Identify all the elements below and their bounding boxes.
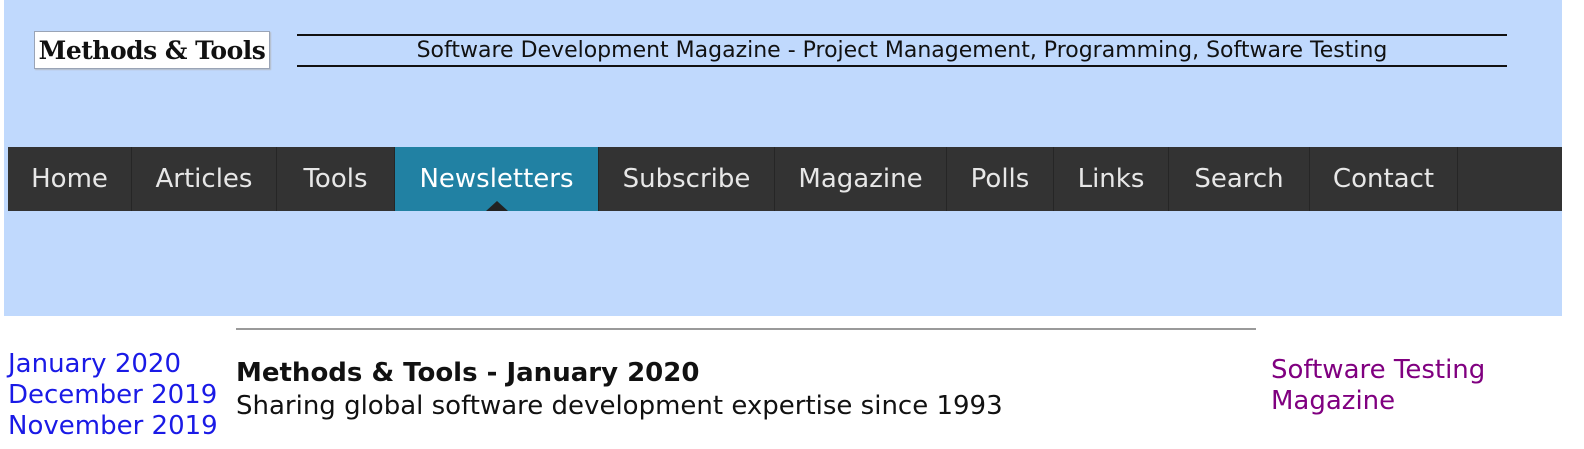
logo-text: Methods & Tools <box>38 35 266 65</box>
main-navbar: Home Articles Tools Newsletters Subscrib… <box>8 147 1562 211</box>
archive-link-november-2019[interactable]: November 2019 <box>8 411 218 442</box>
nav-item-search[interactable]: Search <box>1169 147 1310 211</box>
content-divider <box>236 328 1256 330</box>
active-indicator-caret <box>485 201 508 211</box>
nav-item-label: Tools <box>303 164 368 194</box>
nav-item-label: Subscribe <box>622 164 751 194</box>
page-title: Methods & Tools - January 2020 <box>236 358 700 388</box>
nav-item-label: Magazine <box>798 164 923 194</box>
archive-link-january-2020[interactable]: January 2020 <box>8 349 218 380</box>
archive-link-december-2019[interactable]: December 2019 <box>8 380 218 411</box>
nav-item-label: Newsletters <box>419 164 574 194</box>
nav-item-label: Search <box>1194 164 1284 194</box>
nav-item-links[interactable]: Links <box>1054 147 1169 211</box>
site-logo[interactable]: Methods & Tools <box>34 31 270 69</box>
nav-item-magazine[interactable]: Magazine <box>775 147 947 211</box>
nav-item-articles[interactable]: Articles <box>132 147 277 211</box>
site-tagline: Software Development Magazine - Project … <box>297 34 1507 67</box>
nav-item-label: Links <box>1077 164 1145 194</box>
nav-item-polls[interactable]: Polls <box>947 147 1054 211</box>
nav-item-contact[interactable]: Contact <box>1310 147 1458 211</box>
page-subtitle: Sharing global software development expe… <box>236 391 1003 421</box>
newsletter-archive-list: January 2020 December 2019 November 2019 <box>8 349 218 442</box>
nav-item-label: Contact <box>1332 164 1435 194</box>
nav-item-tools[interactable]: Tools <box>277 147 395 211</box>
nav-item-label: Articles <box>155 164 253 194</box>
software-testing-magazine-link[interactable]: Software Testing Magazine <box>1271 355 1531 417</box>
nav-item-newsletters[interactable]: Newsletters <box>395 147 599 211</box>
nav-item-label: Polls <box>970 164 1030 194</box>
nav-item-subscribe[interactable]: Subscribe <box>599 147 775 211</box>
nav-item-home[interactable]: Home <box>8 147 132 211</box>
nav-item-label: Home <box>31 164 108 194</box>
